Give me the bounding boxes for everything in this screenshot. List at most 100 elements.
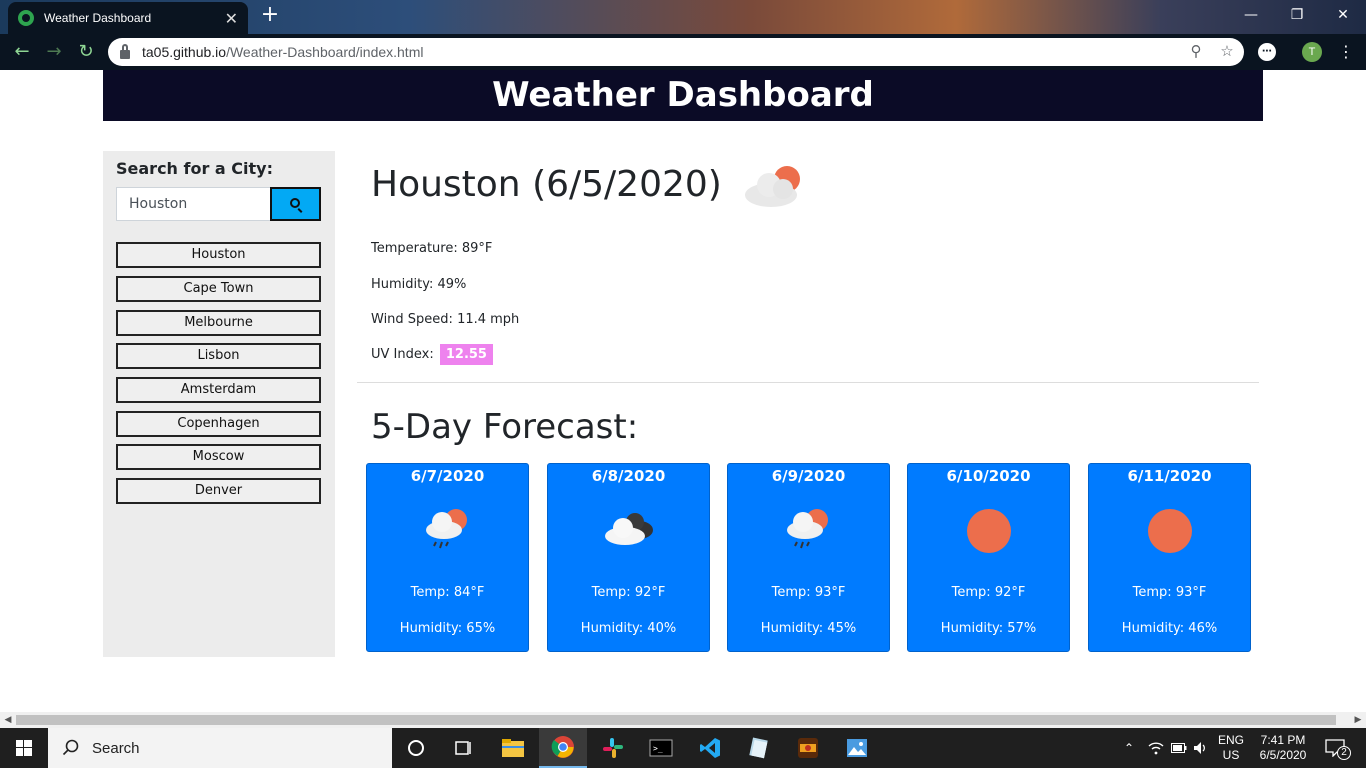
search-icon (289, 198, 300, 208)
current-city-title: Houston (6/5/2020) (371, 163, 807, 209)
scrollbar-thumb[interactable] (16, 715, 1336, 725)
forecast-temp: Temp: 92°F (591, 585, 666, 600)
sun-icon (966, 509, 1011, 553)
zoom-icon[interactable]: ⚲ (1182, 38, 1210, 66)
vscode-icon[interactable] (686, 728, 734, 768)
tray-chevron-icon[interactable]: ⌃ (1118, 728, 1140, 768)
city-search-input[interactable]: Houston (116, 187, 271, 221)
forecast-card: 6/8/2020 Temp: 92°F Humidity: 40% (547, 463, 710, 652)
lock-icon (120, 43, 130, 59)
wifi-icon[interactable] (1144, 728, 1168, 768)
forecast-temp: Temp: 93°F (771, 585, 846, 600)
forecast-humidity: Humidity: 65% (399, 621, 496, 636)
forecast-humidity: Humidity: 40% (580, 621, 677, 636)
uv-label: UV Index: (371, 347, 434, 362)
profile-avatar[interactable]: T (1302, 42, 1322, 62)
forecast-humidity: Humidity: 57% (940, 621, 1037, 636)
section-divider (357, 382, 1259, 383)
volume-icon[interactable] (1190, 728, 1212, 768)
notifications-button[interactable]: 2 (1318, 728, 1358, 768)
close-window-icon[interactable]: ✕ (1320, 0, 1366, 30)
taskbar-search-placeholder: Search (92, 739, 140, 757)
sun-icon (1147, 509, 1192, 553)
forecast-card: 6/11/2020 Temp: 93°F Humidity: 46% (1088, 463, 1251, 652)
city-button-cape-town[interactable]: Cape Town (116, 276, 321, 302)
cloudy-icon (604, 513, 653, 545)
game-app-icon[interactable] (784, 728, 832, 768)
clock-date: 6/5/2020 (1259, 748, 1307, 762)
city-button-houston[interactable]: Houston (116, 242, 321, 268)
forecast-date: 6/7/2020 (410, 467, 485, 485)
bookmark-star-icon[interactable]: ☆ (1213, 38, 1241, 66)
notes-app-icon[interactable] (735, 728, 783, 768)
url-path: /Weather-Dashboard/index.html (226, 44, 424, 60)
minimize-icon[interactable]: — (1228, 0, 1274, 30)
search-label: Search for a City: (116, 159, 273, 178)
forecast-card: 6/10/2020 Temp: 92°F Humidity: 57% (907, 463, 1070, 652)
photos-app-icon[interactable] (833, 728, 881, 768)
language-code: ENG (1217, 733, 1244, 747)
forecast-humidity: Humidity: 46% (1121, 621, 1218, 636)
forecast-date: 6/11/2020 (1127, 467, 1212, 485)
search-sidebar: Search for a City: Houston Houston Cape … (103, 151, 335, 657)
reload-icon[interactable]: ↻ (74, 40, 98, 64)
task-view-icon[interactable] (440, 728, 488, 768)
browser-title-bar: Weather Dashboard ✕ + — ❐ ✕ (0, 0, 1366, 34)
current-city-date: Houston (6/5/2020) (371, 164, 722, 205)
forecast-temp: Temp: 93°F (1132, 585, 1207, 600)
scroll-right-icon[interactable]: ▶ (1350, 712, 1366, 728)
slack-icon[interactable] (589, 728, 637, 768)
restore-icon[interactable]: ❐ (1274, 0, 1320, 30)
language-indicator[interactable]: ENG US (1214, 728, 1248, 768)
browser-menu-icon[interactable]: ⋮ (1336, 40, 1356, 64)
forecast-title: 5-Day Forecast: (371, 407, 639, 447)
globe-favicon-icon (18, 10, 34, 26)
web-page: Weather Dashboard Search for a City: Hou… (0, 70, 1366, 712)
scroll-left-icon[interactable]: ◀ (0, 712, 16, 728)
tab-title: Weather Dashboard (44, 11, 152, 25)
back-arrow-icon[interactable]: ← (10, 40, 34, 64)
city-button-amsterdam[interactable]: Amsterdam (116, 377, 321, 403)
file-explorer-icon[interactable] (489, 728, 537, 768)
horizontal-scrollbar[interactable]: ◀ ▶ (0, 712, 1366, 728)
taskbar-search-box[interactable]: Search (48, 728, 392, 768)
url-host: ta05.github.io (142, 44, 227, 60)
city-button-melbourne[interactable]: Melbourne (116, 310, 321, 336)
current-temperature: Temperature: 89°F (371, 241, 493, 256)
terminal-icon[interactable]: >_ (637, 728, 685, 768)
forward-arrow-icon[interactable]: → (42, 40, 66, 64)
windows-start-button[interactable] (0, 728, 48, 768)
search-icon (62, 739, 79, 756)
new-tab-button[interactable]: + (258, 4, 282, 28)
forecast-date: 6/9/2020 (771, 467, 846, 485)
tab-close-icon[interactable]: ✕ (225, 9, 238, 28)
city-button-moscow[interactable]: Moscow (116, 444, 321, 470)
city-button-copenhagen[interactable]: Copenhagen (116, 411, 321, 437)
search-button[interactable] (270, 187, 321, 221)
page-header: Weather Dashboard (103, 70, 1263, 121)
current-wind-speed: Wind Speed: 11.4 mph (371, 312, 520, 327)
battery-icon[interactable] (1168, 728, 1190, 768)
windows-logo-icon (16, 740, 32, 756)
notification-count: 2 (1337, 746, 1351, 760)
uv-badge: 12.55 (439, 344, 493, 365)
clock-time: 7:41 PM (1260, 733, 1306, 747)
forecast-date: 6/10/2020 (946, 467, 1031, 485)
city-button-lisbon[interactable]: Lisbon (116, 343, 321, 369)
rain-sun-icon (425, 509, 467, 549)
current-humidity: Humidity: 49% (371, 277, 467, 292)
address-bar[interactable]: ta05.github.io/Weather-Dashboard/index.h… (108, 38, 1244, 66)
forecast-card: 6/7/2020 Temp: 84°F Humidity: 65% (366, 463, 529, 652)
cortana-icon[interactable] (392, 728, 440, 768)
chrome-icon[interactable] (539, 728, 587, 768)
current-uv-index: UV Index: 12.55 (371, 344, 493, 365)
forecast-temp: Temp: 92°F (951, 585, 1026, 600)
rain-sun-icon (786, 509, 828, 549)
browser-tab[interactable]: Weather Dashboard ✕ (8, 2, 248, 34)
windows-taskbar: Search >_ ⌃ ENG US 7:41 PM 6/5/2020 2 (0, 728, 1366, 768)
forecast-date: 6/8/2020 (591, 467, 666, 485)
extension-icon[interactable]: ⋯ (1258, 43, 1276, 61)
partly-cloudy-icon (745, 166, 801, 207)
clock[interactable]: 7:41 PM 6/5/2020 (1250, 728, 1316, 768)
city-button-denver[interactable]: Denver (116, 478, 321, 504)
